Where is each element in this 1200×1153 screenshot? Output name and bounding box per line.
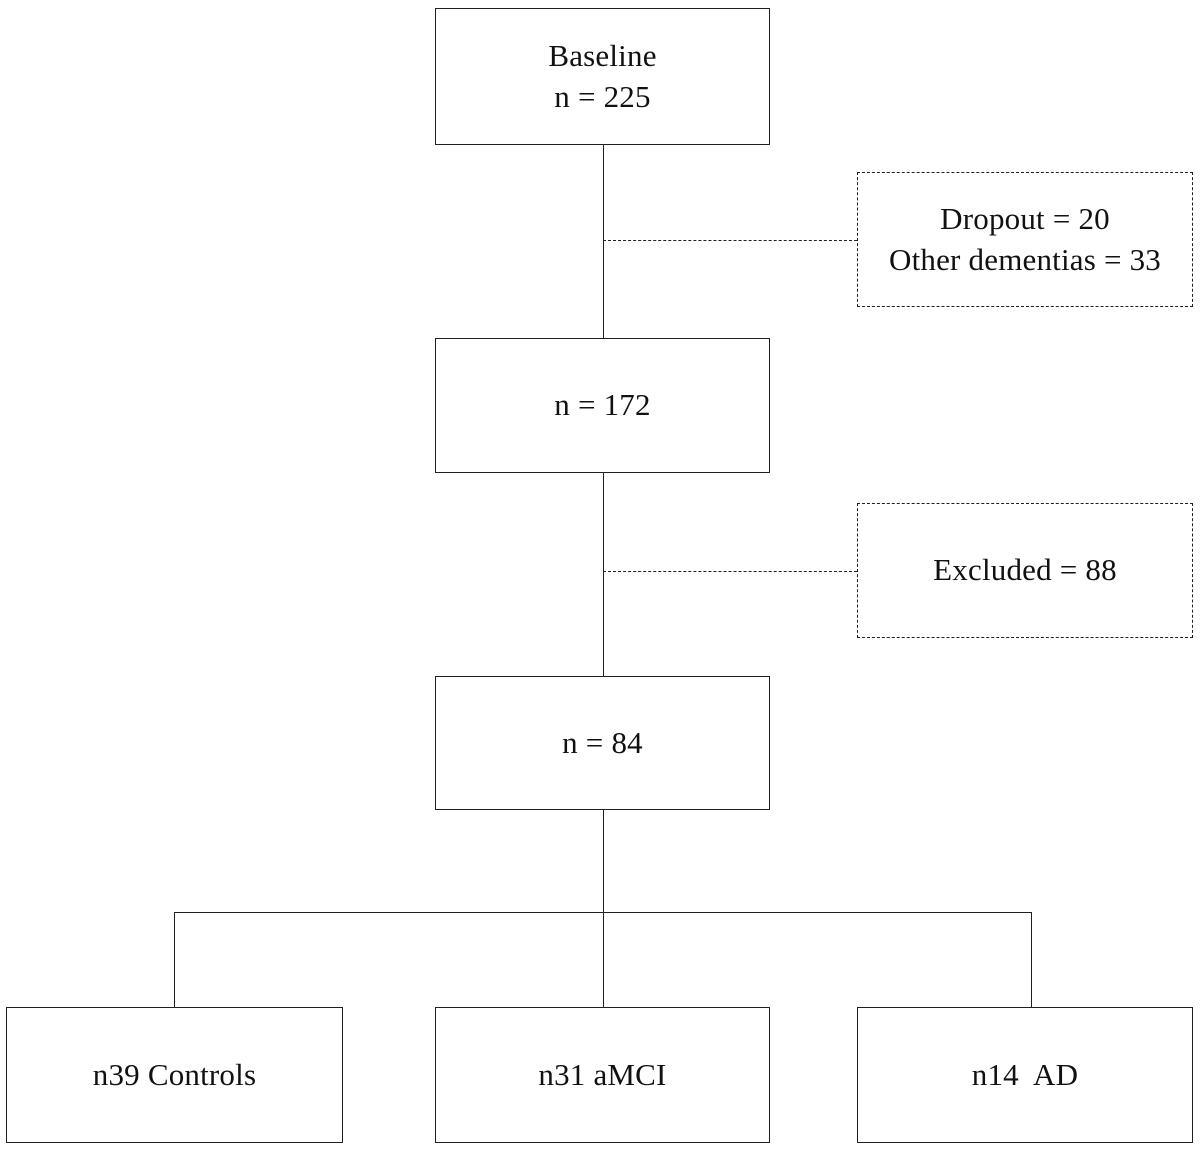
node-baseline-line2: n = 225 [554, 78, 651, 114]
node-dropout-line2: Other dementias = 33 [889, 241, 1161, 277]
node-baseline-line1: Baseline [548, 37, 657, 73]
connector-split-to-controls [174, 912, 175, 1007]
connector-n172-to-n84 [603, 473, 604, 676]
node-group-ad: n14 AD [857, 1007, 1193, 1143]
flowchart-canvas: Baseline n = 225 Dropout = 20 Other deme… [0, 0, 1200, 1153]
node-dropout: Dropout = 20 Other dementias = 33 [857, 172, 1193, 307]
node-baseline: Baseline n = 225 [435, 8, 770, 145]
node-group-amci: n31 aMCI [435, 1007, 770, 1143]
node-excluded-line1: Excluded = 88 [933, 552, 1117, 588]
node-remaining-172: n = 172 [435, 338, 770, 473]
node-remaining-172-line1: n = 172 [554, 387, 651, 423]
node-group-amci-line1: n31 aMCI [538, 1056, 667, 1092]
connector-trunk-to-dropout [603, 240, 857, 241]
node-dropout-line1: Dropout = 20 [940, 200, 1110, 236]
connector-split-to-ad [1031, 912, 1032, 1007]
node-group-controls: n39 Controls [6, 1007, 343, 1143]
node-group-ad-line1: n14 AD [971, 1056, 1079, 1092]
connector-baseline-to-n172 [603, 145, 604, 338]
node-analyzed-84: n = 84 [435, 676, 770, 810]
node-analyzed-84-line1: n = 84 [562, 724, 643, 760]
node-group-controls-line1: n39 Controls [92, 1056, 257, 1092]
connector-n84-to-split [603, 810, 604, 913]
node-excluded: Excluded = 88 [857, 503, 1193, 638]
connector-split-to-amci [603, 912, 604, 1007]
connector-trunk-to-excluded [603, 571, 857, 572]
